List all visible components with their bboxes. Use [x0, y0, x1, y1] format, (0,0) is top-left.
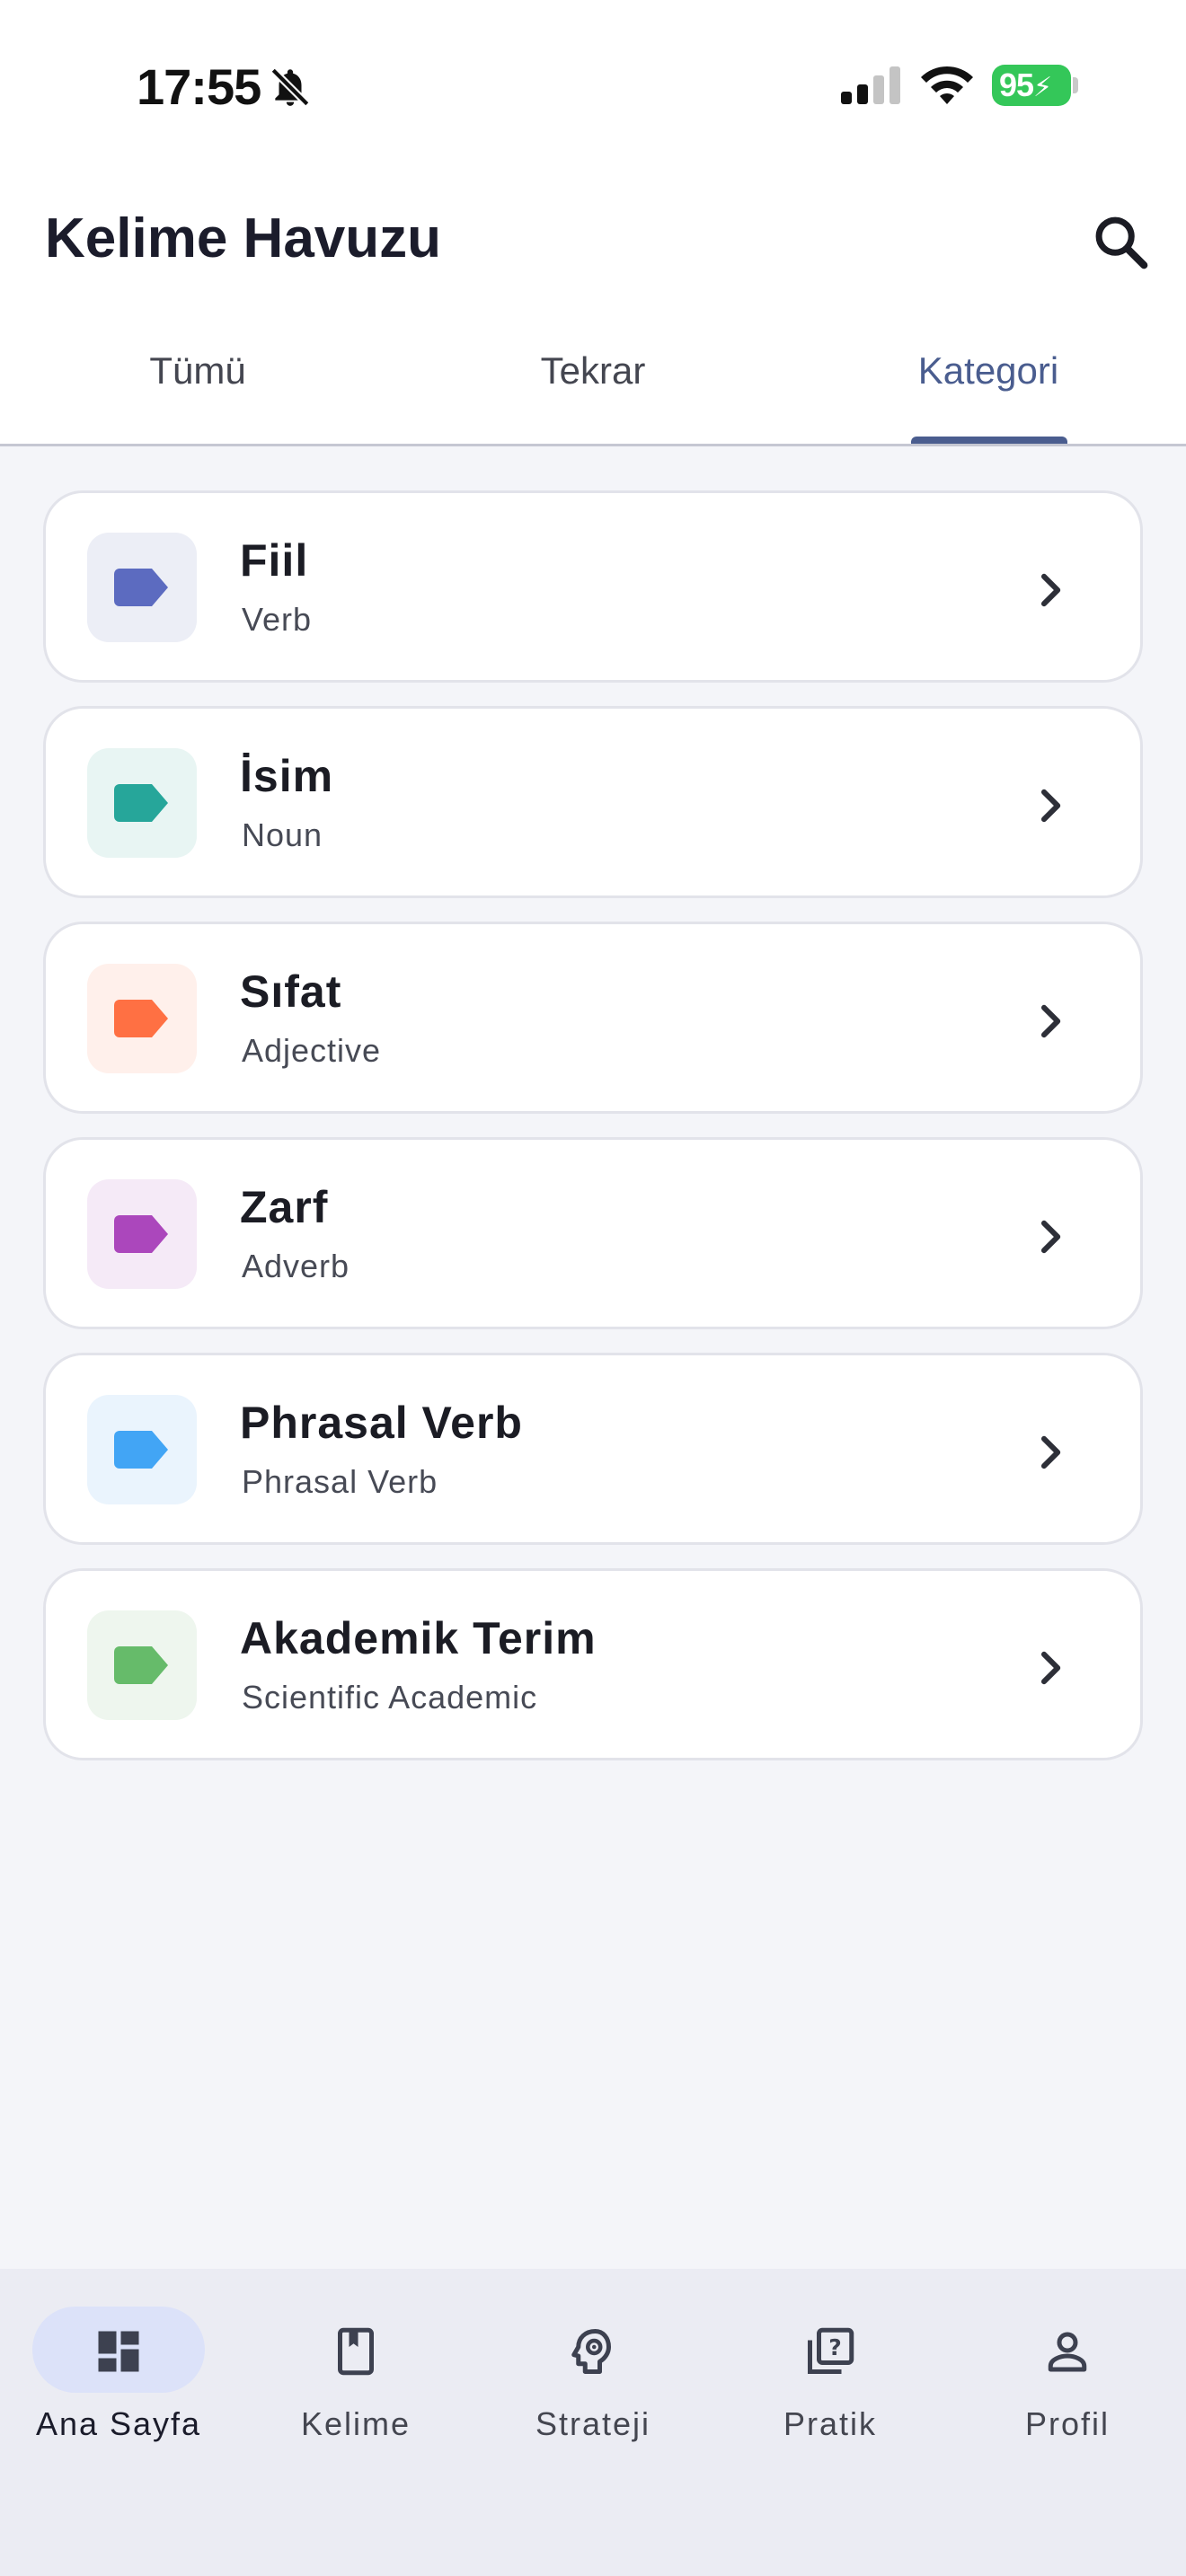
tab-bar: Tümü Tekrar Kategori: [0, 332, 1186, 446]
category-icon-box: [87, 1179, 197, 1289]
tag-icon: [114, 784, 168, 822]
category-card[interactable]: İsim Noun: [43, 706, 1143, 898]
bell-slash-icon: [270, 67, 310, 107]
nav-label: Strateji: [535, 2405, 651, 2442]
tab-label: Tekrar: [540, 349, 646, 392]
category-icon-box: [87, 964, 197, 1073]
tab-label: Kategori: [917, 349, 1059, 392]
category-subtitle: Verb: [242, 601, 313, 638]
category-title: Phrasal Verb: [240, 1398, 523, 1448]
nav-item-words[interactable]: Kelime: [237, 2269, 474, 2466]
book-bookmark-icon: [338, 2327, 374, 2376]
category-icon-box: [87, 533, 197, 642]
chevron-right-icon: [1040, 1220, 1061, 1254]
tag-icon: [114, 569, 168, 606]
battery-tip: [1073, 77, 1078, 93]
category-title: Akademik Terim: [240, 1613, 597, 1663]
category-subtitle: Noun: [242, 816, 323, 853]
category-card[interactable]: Zarf Adverb: [43, 1137, 1143, 1329]
search-icon[interactable]: [1089, 210, 1152, 273]
battery-charging-icon: 95⚡: [992, 65, 1071, 106]
nav-item-profile[interactable]: Profil: [949, 2269, 1186, 2466]
tab-divider: [0, 444, 1186, 446]
category-icon-box: [87, 1395, 197, 1504]
brain-gear-icon: [571, 2329, 611, 2374]
nav-label: Ana Sayfa: [35, 2405, 202, 2442]
nav-item-strategy[interactable]: Strateji: [474, 2269, 712, 2466]
tag-icon: [114, 1000, 168, 1037]
chevron-right-icon: [1040, 1435, 1061, 1469]
chevron-right-icon: [1040, 573, 1061, 607]
category-title: Fiil: [240, 535, 309, 586]
dashboard-icon: [98, 2331, 139, 2372]
chevron-right-icon: [1040, 789, 1061, 823]
page-title: Kelime Havuzu: [45, 207, 442, 269]
category-subtitle: Scientific Academic: [242, 1679, 538, 1716]
category-subtitle: Adverb: [242, 1248, 350, 1284]
status-bar: 17:55 95⚡: [0, 0, 1186, 171]
category-title: Zarf: [240, 1182, 329, 1232]
person-icon: [1048, 2332, 1087, 2372]
status-time: 17:55: [137, 58, 261, 115]
nav-item-home[interactable]: Ana Sayfa: [0, 2269, 237, 2466]
category-card[interactable]: Fiil Verb: [43, 490, 1143, 683]
chevron-right-icon: [1040, 1004, 1061, 1038]
tag-icon: [114, 1646, 168, 1684]
nav-label: Pratik: [783, 2405, 878, 2442]
category-card[interactable]: Sıfat Adjective: [43, 922, 1143, 1114]
category-subtitle: Adjective: [242, 1032, 382, 1069]
tab-all[interactable]: Tümü: [0, 332, 395, 446]
tag-icon: [114, 1431, 168, 1469]
tab-label: Tümü: [149, 349, 246, 392]
category-card[interactable]: Akademik Terim Scientific Academic: [43, 1568, 1143, 1760]
wifi-icon: [921, 66, 973, 104]
nav-item-practice[interactable]: ? Pratik: [712, 2269, 949, 2466]
category-title: İsim: [240, 751, 334, 801]
nav-label: Profil: [1024, 2405, 1111, 2442]
app-header: Kelime Havuzu Tümü Tekrar Kategori: [0, 171, 1186, 446]
category-card[interactable]: Phrasal Verb Phrasal Verb: [43, 1353, 1143, 1545]
tab-category[interactable]: Kategori: [791, 332, 1186, 446]
chevron-right-icon: [1040, 1651, 1061, 1685]
nav-label: Kelime: [300, 2405, 412, 2442]
tab-review[interactable]: Tekrar: [395, 332, 791, 446]
svg-text:?: ?: [828, 2334, 842, 2360]
quiz-icon: ?: [808, 2327, 854, 2374]
category-title: Sıfat: [240, 966, 342, 1017]
signal-icon: [841, 66, 900, 104]
category-icon-box: [87, 748, 197, 858]
category-subtitle: Phrasal Verb: [242, 1463, 438, 1500]
category-icon-box: [87, 1610, 197, 1720]
bottom-navigation: Ana Sayfa Kelime Strateji ? Pratik Profi…: [0, 2269, 1186, 2576]
tag-icon: [114, 1215, 168, 1253]
battery-level: 95: [999, 66, 1034, 103]
